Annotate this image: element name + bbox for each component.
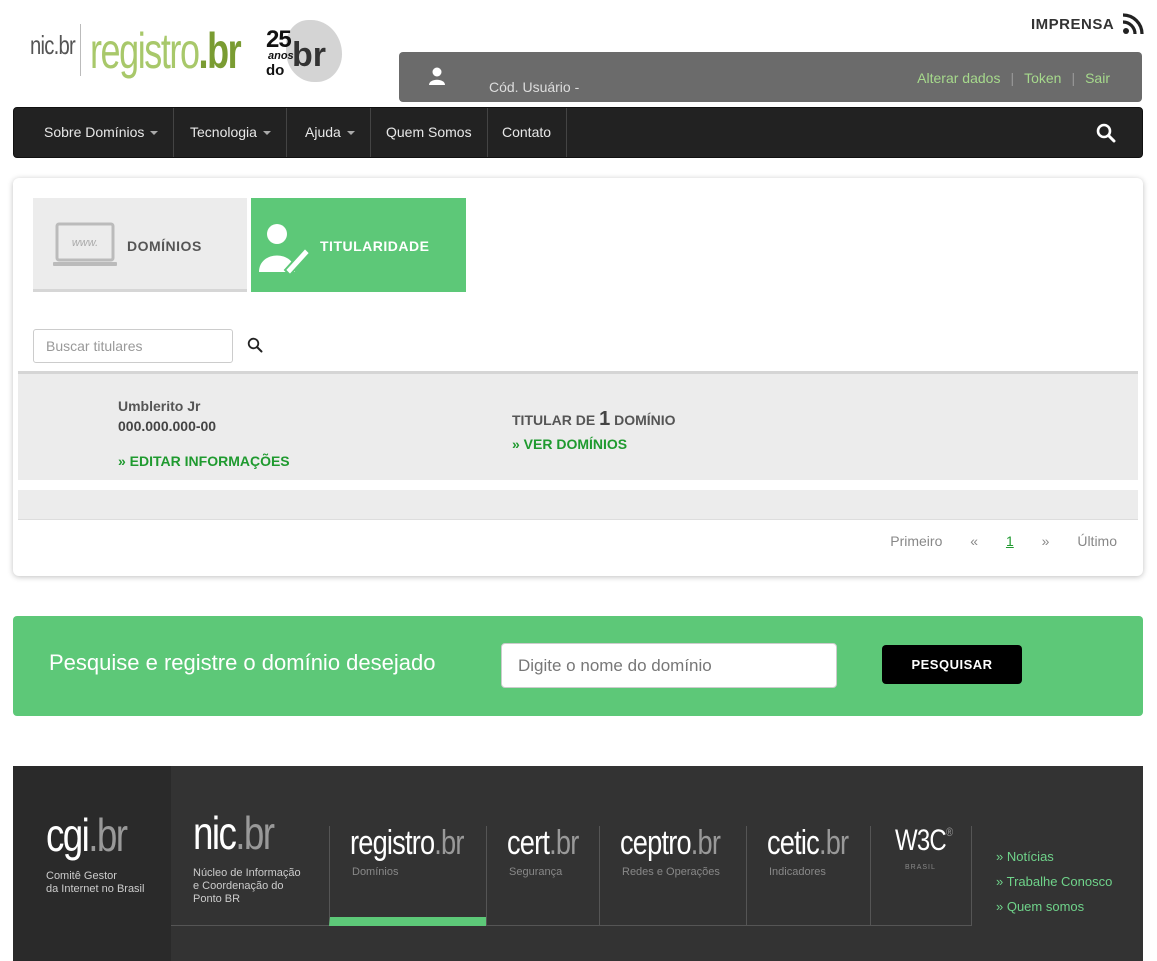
nav-label: Tecnologia: [190, 124, 257, 140]
pager-prev[interactable]: «: [970, 533, 978, 549]
pagination: Primeiro « 1 » Último: [866, 533, 1117, 549]
nav-sobre-dominios[interactable]: Sobre Domínios: [29, 108, 175, 157]
table-row: Umblerito Jr 000.000.000-00 » EDITAR INF…: [18, 371, 1138, 480]
alterar-dados-link[interactable]: Alterar dados: [917, 70, 1000, 86]
token-link[interactable]: Token: [1024, 70, 1061, 86]
pager-current[interactable]: 1: [1006, 533, 1014, 549]
footer-site-w3c[interactable]: W3C® BRASIL: [870, 826, 972, 926]
footer-site-registro[interactable]: registro.br Domínios: [329, 826, 486, 926]
holder-name: Umblerito Jr: [118, 398, 201, 414]
25-anos-badge: 25 anos do br: [266, 20, 342, 84]
laptop-www-text: www.: [72, 237, 98, 249]
band-title: Pesquise e registre o domínio desejado: [49, 650, 436, 675]
holder-document: 000.000.000-00: [118, 418, 217, 434]
site-logo: ceptro.br: [620, 824, 721, 862]
badge-anos: anos: [268, 50, 294, 62]
site-subtitle: Domínios: [352, 866, 399, 878]
nav-contato[interactable]: Contato: [487, 108, 568, 157]
rss-icon[interactable]: [1122, 13, 1144, 35]
pager-next[interactable]: »: [1042, 533, 1050, 549]
footer: cgi.br Comitê Gestor da Internet no Brasi…: [13, 766, 1143, 961]
nic-br-logo-text: nic.br: [30, 30, 76, 60]
imprensa-link[interactable]: IMPRENSA: [1031, 16, 1114, 33]
tab-titularidade[interactable]: TITULARIDADE: [251, 198, 466, 292]
cgi-description: Comitê Gestor da Internet no Brasil: [46, 870, 145, 895]
registro-logo-text: registro.br: [90, 23, 242, 79]
nav-label: Quem Somos: [386, 124, 472, 140]
footer-site-ceptro[interactable]: ceptro.br Redes e Operações: [599, 826, 746, 926]
pager-last[interactable]: Último: [1077, 533, 1117, 549]
count-suffix: DOMÍNIO: [614, 412, 676, 428]
search-titulares-input[interactable]: [33, 329, 233, 363]
pesquisar-button[interactable]: PESQUISAR: [882, 645, 1022, 684]
holder-domain-count: TITULAR DE 1 DOMÍNIO: [512, 408, 676, 431]
caret-down-icon: [150, 131, 159, 136]
caret-down-icon: [346, 131, 355, 136]
tab-dominios-label: DOMÍNIOS: [127, 238, 202, 254]
caret-down-icon: [262, 131, 271, 136]
nic-description: Núcleo de Informação e Coordenação do Pont…: [193, 867, 301, 905]
tab-titularidade-label: TITULARIDADE: [320, 238, 430, 254]
pager-first[interactable]: Primeiro: [890, 533, 942, 549]
domain-search-input[interactable]: [501, 643, 837, 688]
w3c-logo: W3C®: [895, 824, 953, 857]
footer-link-quem-somos[interactable]: » Quem somos: [996, 894, 1112, 919]
tab-dominios[interactable]: www. DOMÍNIOS: [33, 198, 247, 292]
sair-link[interactable]: Sair: [1085, 70, 1110, 86]
user-icon: [429, 67, 445, 85]
nav-label: Contato: [502, 124, 552, 140]
nav-tecnologia[interactable]: Tecnologia: [175, 108, 287, 157]
site-subtitle: Redes e Operações: [622, 866, 720, 878]
titularidade-panel: www. DOMÍNIOS TITULARIDADE Umblerito Jr …: [13, 178, 1143, 576]
user-code: Cód. Usuário -: [489, 79, 580, 95]
site-subtitle: BRASIL: [905, 864, 936, 871]
person-edit-icon: [259, 224, 311, 274]
site-subtitle: Indicadores: [769, 866, 826, 878]
count-number: 1: [599, 408, 611, 430]
nav-quem-somos[interactable]: Quem Somos: [371, 108, 488, 157]
logo-divider: [80, 24, 81, 76]
nav-label: Sobre Domínios: [44, 124, 145, 140]
user-links: Alterar dados | Token | Sair: [917, 70, 1110, 86]
main-navbar: Sobre Domínios Tecnologia Ajuda Quem Som…: [13, 107, 1143, 158]
count-prefix: TITULAR DE: [512, 412, 596, 428]
badge-do: do: [266, 62, 285, 79]
site-logo: cetic.br: [767, 824, 849, 862]
footer-site-cert[interactable]: cert.br Segurança: [486, 826, 599, 926]
edit-info-link[interactable]: » EDITAR INFORMAÇÕES: [118, 453, 290, 469]
nav-label: Ajuda: [305, 124, 341, 140]
view-domains-link[interactable]: » VER DOMÍNIOS: [512, 436, 627, 452]
cgi-logo: cgi.br: [46, 809, 128, 861]
site-logo: cert.br: [507, 824, 579, 862]
domain-search-band: Pesquise e registre o domínio desejado P…: [13, 616, 1143, 716]
footer-links: » Notícias » Trabalhe Conosco » Quem som…: [996, 844, 1112, 919]
site-subtitle: Segurança: [509, 866, 563, 878]
footer-link-trabalhe-conosco[interactable]: » Trabalhe Conosco: [996, 869, 1112, 894]
laptop-icon: www.: [53, 222, 117, 266]
nic-logo: nic.br: [193, 807, 275, 859]
separator: |: [1071, 70, 1076, 86]
footer-site-cetic[interactable]: cetic.br Indicadores: [746, 826, 870, 926]
separator: |: [1010, 70, 1015, 86]
footer-link-noticias[interactable]: » Notícias: [996, 844, 1112, 869]
user-bar: Cód. Usuário - Alterar dados | Token | Sair: [399, 52, 1142, 102]
table-row: [18, 490, 1138, 520]
nav-ajuda[interactable]: Ajuda: [290, 108, 371, 157]
site-logo: registro.br: [350, 824, 464, 862]
footer-cgi[interactable]: cgi.br Comitê Gestor da Internet no Brasi…: [13, 766, 171, 961]
badge-br: br: [292, 36, 326, 74]
search-icon[interactable]: [247, 337, 263, 353]
search-icon[interactable]: [1096, 123, 1116, 143]
footer-nic[interactable]: nic.br Núcleo de Informação e Coordenação…: [171, 766, 329, 926]
registro-br-logo[interactable]: nic.br registro.br 25 anos do br: [28, 18, 348, 88]
